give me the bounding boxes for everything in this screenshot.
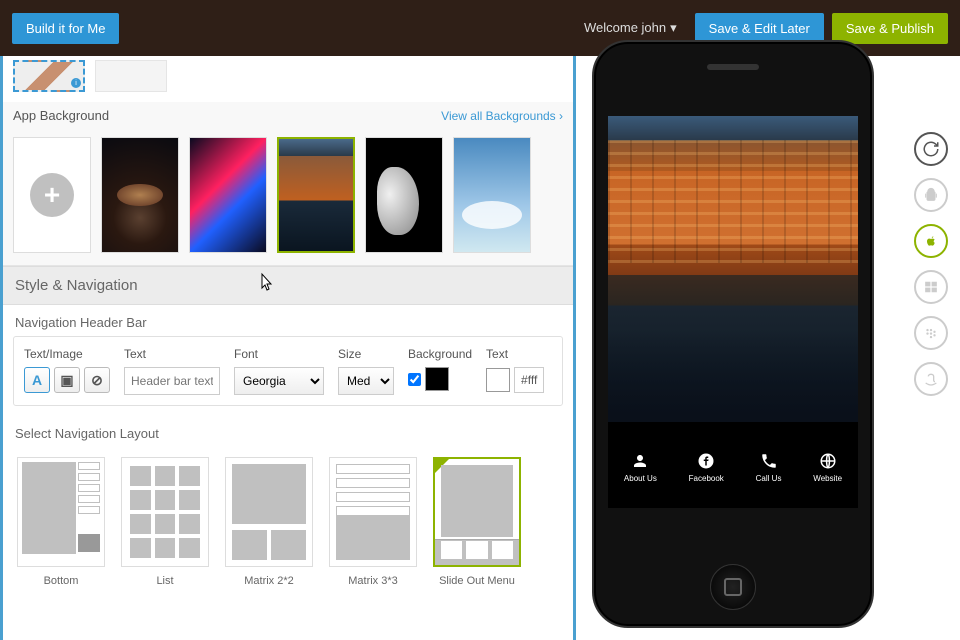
tab-call-us[interactable]: Call Us xyxy=(756,452,782,483)
tab-facebook-label: Facebook xyxy=(689,474,724,483)
app-background-label: App Background xyxy=(13,108,109,123)
layout-matrix-2x2[interactable]: Matrix 2*2 xyxy=(225,457,313,587)
image-mode-button[interactable]: ▣ xyxy=(54,367,80,393)
background-checkbox[interactable] xyxy=(408,373,421,386)
windows-button[interactable] xyxy=(914,270,948,304)
none-mode-button[interactable]: ⊘ xyxy=(84,367,110,393)
text-color-label: Text xyxy=(486,347,544,361)
layout-matrix-2x2-label: Matrix 2*2 xyxy=(244,575,294,587)
preview-panel: About Us Facebook Call Us Website xyxy=(576,56,960,640)
layout-slide-out[interactable]: Slide Out Menu xyxy=(433,457,521,587)
refresh-button[interactable] xyxy=(914,132,948,166)
layout-bottom-label: Bottom xyxy=(44,575,79,587)
size-label: Size xyxy=(338,347,394,361)
blackberry-icon xyxy=(924,326,938,340)
header-bar-config: Text/Image A ▣ ⊘ Text Font Georgia Size … xyxy=(13,336,563,406)
plus-icon: + xyxy=(30,173,74,217)
amazon-icon xyxy=(923,371,939,387)
background-thumb-4[interactable] xyxy=(365,137,443,253)
background-color-swatch[interactable] xyxy=(425,367,449,391)
background-label: Background xyxy=(408,347,472,361)
globe-icon xyxy=(819,452,837,470)
tab-call-label: Call Us xyxy=(756,474,782,483)
text-mode-button[interactable]: A xyxy=(24,367,50,393)
ios-button[interactable] xyxy=(914,224,948,258)
tab-facebook[interactable]: Facebook xyxy=(689,452,724,483)
refresh-icon xyxy=(922,140,940,158)
android-icon xyxy=(923,187,939,203)
image-icon: ▣ xyxy=(60,372,73,389)
layout-matrix-3x3[interactable]: Matrix 3*3 xyxy=(329,457,417,587)
build-it-button[interactable]: Build it for Me xyxy=(12,13,119,44)
phone-frame: About Us Facebook Call Us Website xyxy=(592,40,874,628)
background-thumb-1[interactable] xyxy=(101,137,179,253)
layout-list-label: List xyxy=(156,575,173,587)
apple-icon xyxy=(923,233,939,249)
size-select[interactable]: Med xyxy=(338,367,394,395)
android-button[interactable] xyxy=(914,178,948,212)
font-label: Font xyxy=(234,347,324,361)
view-all-backgrounds-link[interactable]: View all Backgrounds › xyxy=(441,109,563,123)
layout-bottom[interactable]: Bottom xyxy=(17,457,105,587)
caret-down-icon: ▾ xyxy=(670,20,677,35)
text-color-value: #fff xyxy=(514,367,544,393)
empty-image-slot[interactable] xyxy=(95,60,167,92)
phone-icon xyxy=(760,452,778,470)
selected-image-slot[interactable]: i xyxy=(13,60,85,92)
navigation-layouts: Bottom List Matrix 2*2 Matrix 3*3 Slide … xyxy=(3,447,573,597)
font-select[interactable]: Georgia xyxy=(234,367,324,395)
phone-screen: About Us Facebook Call Us Website xyxy=(608,116,858,508)
tab-about-us[interactable]: About Us xyxy=(624,452,657,483)
tab-about-label: About Us xyxy=(624,474,657,483)
layout-list[interactable]: List xyxy=(121,457,209,587)
none-icon: ⊘ xyxy=(91,372,103,389)
background-thumb-2[interactable] xyxy=(189,137,267,253)
welcome-text: Welcome john xyxy=(584,20,666,35)
layout-slide-out-label: Slide Out Menu xyxy=(439,575,515,587)
editor-panel: i App Background View all Backgrounds › … xyxy=(0,56,576,640)
add-background-button[interactable]: + xyxy=(13,137,91,253)
text-label: Text xyxy=(124,347,220,361)
save-publish-button[interactable]: Save & Publish xyxy=(832,13,948,44)
info-icon: i xyxy=(71,78,81,88)
welcome-dropdown[interactable]: Welcome john ▾ xyxy=(584,20,677,36)
background-thumb-3[interactable] xyxy=(277,137,355,253)
nav-header-bar-label: Navigation Header Bar xyxy=(3,305,573,336)
header-text-input[interactable] xyxy=(124,367,220,395)
tab-website-label: Website xyxy=(813,474,842,483)
background-thumbnails: + xyxy=(3,131,573,266)
person-icon xyxy=(631,452,649,470)
device-switcher xyxy=(914,132,948,396)
app-background-preview xyxy=(608,116,858,422)
facebook-icon xyxy=(697,452,715,470)
save-edit-later-button[interactable]: Save & Edit Later xyxy=(695,13,824,44)
background-thumb-5[interactable] xyxy=(453,137,531,253)
textimage-label: Text/Image xyxy=(24,347,110,361)
amazon-button[interactable] xyxy=(914,362,948,396)
text-color-swatch[interactable] xyxy=(486,368,510,392)
preview-tabbar: About Us Facebook Call Us Website xyxy=(608,422,858,508)
tab-website[interactable]: Website xyxy=(813,452,842,483)
blackberry-button[interactable] xyxy=(914,316,948,350)
layout-matrix-3x3-label: Matrix 3*3 xyxy=(348,575,398,587)
select-nav-layout-label: Select Navigation Layout xyxy=(3,416,573,447)
windows-icon xyxy=(924,280,938,294)
phone-home-button xyxy=(710,564,756,610)
style-navigation-header: Style & Navigation xyxy=(3,266,573,305)
